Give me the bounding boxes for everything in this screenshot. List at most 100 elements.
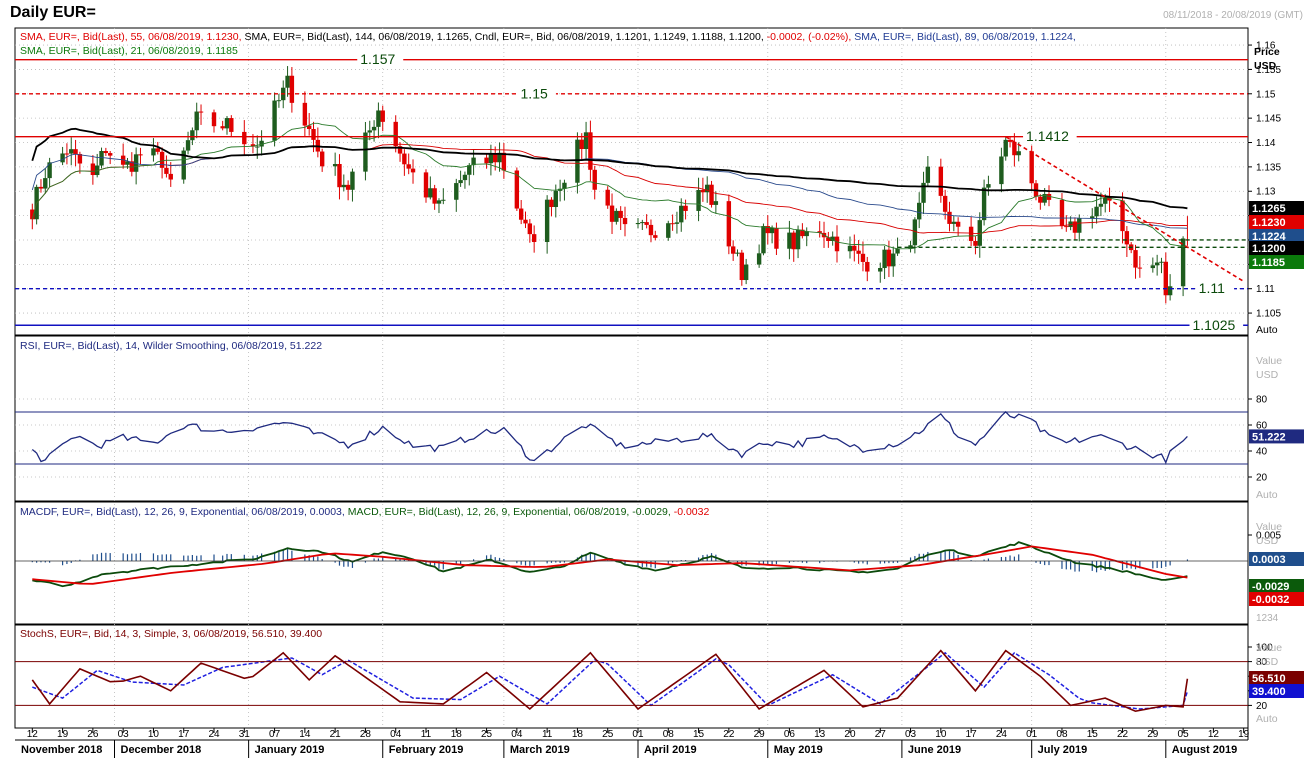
tag-sma-21: 1.1185 <box>1249 255 1304 269</box>
candle <box>973 236 978 255</box>
candle <box>332 152 338 176</box>
x-tick-label: 12 <box>27 729 39 740</box>
svg-text:1.1265: 1.1265 <box>1252 203 1286 215</box>
rsi-legend: RSI, EUR=, Bid(Last), 14, Wilder Smoothi… <box>20 340 322 352</box>
tag-sma-144: 1.1265 <box>1249 201 1304 215</box>
candle <box>107 150 113 165</box>
x-tick-label: 11 <box>421 729 432 740</box>
candle <box>726 194 732 255</box>
svg-text:-0.0032: -0.0032 <box>1252 594 1289 606</box>
x-tick-label: 13 <box>814 729 826 740</box>
candle <box>185 131 191 155</box>
candle <box>1137 256 1143 278</box>
candle <box>826 231 831 248</box>
candle <box>220 120 225 131</box>
candle <box>315 127 321 158</box>
candle <box>436 198 442 214</box>
rsi-axis-unit: USD <box>1256 369 1279 381</box>
x-tick-label: 19 <box>1238 729 1250 740</box>
candle <box>428 176 433 200</box>
chart-area[interactable]: 1.1571.151.14121.111.1025 1.161.1551.151… <box>0 0 1307 775</box>
price-tick-label: 1.135 <box>1256 162 1281 173</box>
candle <box>653 230 658 241</box>
candle <box>1003 136 1008 161</box>
x-tick-label: 15 <box>1087 729 1099 740</box>
x-tick-label: 10 <box>935 729 947 740</box>
candle <box>1163 252 1168 304</box>
price-auto-button[interactable]: Auto <box>1256 324 1278 336</box>
rsi-pane[interactable] <box>14 335 1249 502</box>
x-month-label: April 2019 <box>644 744 697 756</box>
candle <box>458 170 463 187</box>
macd-pane[interactable] <box>14 501 1249 625</box>
candle <box>756 244 762 268</box>
price-tick-label: 1.105 <box>1256 309 1281 320</box>
candle <box>64 143 70 165</box>
rsi-tick-label: 40 <box>1256 447 1268 458</box>
x-axis: 12 19 26 03 10 17 24 31 07 14 21 28 04 11 18 25 04 11 18 25… <box>15 728 1250 758</box>
candle <box>1012 133 1017 167</box>
x-tick-label: 19 <box>57 729 69 740</box>
svg-text:0.0003: 0.0003 <box>1252 554 1286 566</box>
candle <box>259 130 264 156</box>
candle <box>947 201 952 232</box>
x-tick-label: 05 <box>1178 729 1190 740</box>
price-legend-line1: SMA, EUR=, Bid(Last), 55, 06/08/2019, 1.… <box>20 31 1076 43</box>
candle <box>43 168 48 194</box>
candle <box>454 178 459 212</box>
candle <box>765 215 770 245</box>
x-tick-label: 18 <box>572 729 584 740</box>
candle <box>164 155 169 178</box>
candle <box>484 154 489 169</box>
candle <box>986 175 991 196</box>
macd-legend: MACDF, EUR=, Bid(Last), 12, 26, 9, Expon… <box>20 506 709 518</box>
x-month-label: June 2019 <box>908 744 961 756</box>
candle <box>402 149 407 176</box>
macd-axis-header: Value <box>1256 521 1282 533</box>
x-tick-label: 20 <box>844 729 856 740</box>
candle <box>955 217 961 237</box>
x-tick-label: 17 <box>966 729 978 740</box>
x-tick-label: 03 <box>118 729 130 740</box>
candle <box>674 211 680 234</box>
candle <box>557 179 563 202</box>
candle <box>30 203 35 230</box>
x-tick-label: 01 <box>1026 729 1038 740</box>
candle <box>423 169 429 203</box>
stoch-pane[interactable] <box>14 624 1249 729</box>
x-tick-label: 26 <box>87 729 99 740</box>
svg-text:1.1185: 1.1185 <box>1252 257 1285 269</box>
macd-axis-unit: USD <box>1256 535 1279 547</box>
candle <box>129 152 135 177</box>
candle <box>272 92 277 147</box>
candle <box>181 147 186 184</box>
svg-text:1.1230: 1.1230 <box>1252 217 1286 229</box>
candle <box>640 219 645 230</box>
candle <box>865 256 870 282</box>
rsi-auto-button[interactable]: Auto <box>1256 489 1278 501</box>
candle <box>1133 244 1138 279</box>
candle <box>562 179 567 201</box>
candle <box>735 249 740 257</box>
candle <box>730 240 736 261</box>
level-label: 1.1412 <box>1026 128 1069 144</box>
stoch-axis-header: Value <box>1256 642 1282 654</box>
candle <box>527 219 533 243</box>
candle <box>73 139 78 167</box>
candle <box>363 121 368 181</box>
candle <box>1185 216 1190 246</box>
level-label: 1.1025 <box>1193 317 1236 333</box>
candle <box>804 227 809 247</box>
candle <box>1167 274 1173 301</box>
candle <box>103 147 109 156</box>
candle <box>666 220 671 241</box>
tag-signal: -0.0032 <box>1249 592 1304 606</box>
candle <box>891 246 896 277</box>
candle <box>791 230 796 262</box>
candle <box>1150 257 1156 273</box>
candle <box>648 219 654 243</box>
x-tick-label: 12 <box>1208 729 1220 740</box>
x-month-label: November 2018 <box>21 744 102 756</box>
stoch-auto-button[interactable]: Auto <box>1256 713 1278 725</box>
candle <box>588 120 593 181</box>
